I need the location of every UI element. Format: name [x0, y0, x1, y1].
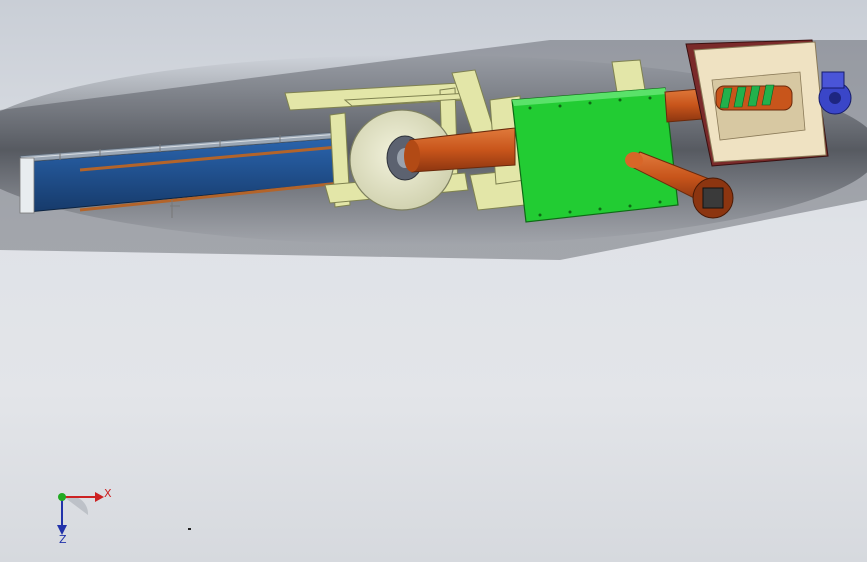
axis-triad: X Z [57, 487, 112, 545]
cad-model-scene[interactable] [0, 0, 867, 562]
x-axis-label: X [104, 487, 112, 500]
green-housing[interactable] [511, 87, 679, 223]
origin-marker [188, 528, 191, 530]
y-axis-dot [58, 493, 66, 501]
graphics-viewport[interactable]: X Z [0, 0, 867, 562]
x-axis-arrow [95, 492, 104, 502]
z-axis-label: Z [59, 533, 67, 545]
triad-arc [64, 495, 89, 515]
